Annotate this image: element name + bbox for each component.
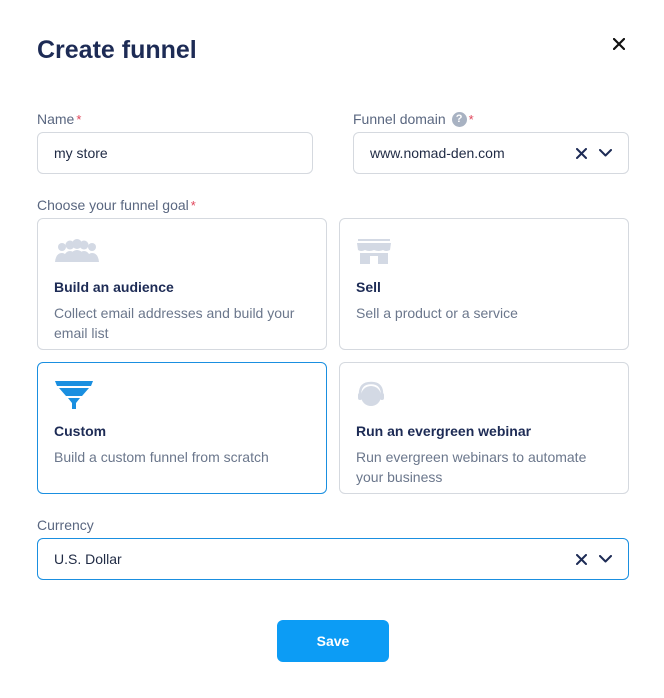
- close-icon: [613, 38, 625, 50]
- save-button[interactable]: Save: [277, 620, 389, 662]
- chevron-down-icon[interactable]: [598, 146, 612, 160]
- goal-option-sell[interactable]: Sell Sell a product or a service: [339, 218, 629, 350]
- store-icon: [356, 236, 402, 266]
- goal-label: Choose your funnel goal *: [37, 197, 196, 213]
- name-value[interactable]: my store: [54, 145, 296, 161]
- name-label: Name *: [37, 111, 82, 127]
- help-icon[interactable]: ?: [451, 111, 467, 127]
- domain-value: www.nomad-den.com: [370, 145, 505, 161]
- domain-select[interactable]: www.nomad-den.com: [353, 132, 629, 174]
- currency-label: Currency: [37, 517, 94, 533]
- name-field[interactable]: my store: [37, 132, 313, 174]
- chevron-down-icon[interactable]: [598, 552, 612, 566]
- goal-option-audience[interactable]: Build an audience Collect email addresse…: [37, 218, 327, 350]
- webinar-icon: [356, 380, 402, 410]
- dialog-title: Create funnel: [37, 36, 197, 64]
- close-button[interactable]: [609, 34, 629, 54]
- audience-icon: [54, 236, 100, 266]
- clear-currency-icon[interactable]: [574, 552, 588, 566]
- clear-domain-icon[interactable]: [574, 146, 588, 160]
- funnel-icon: [54, 380, 100, 410]
- domain-label: Funnel domain ? *: [353, 111, 474, 127]
- goal-option-custom[interactable]: Custom Build a custom funnel from scratc…: [37, 362, 327, 494]
- currency-value: U.S. Dollar: [54, 551, 122, 567]
- goal-option-webinar[interactable]: Run an evergreen webinar Run evergreen w…: [339, 362, 629, 494]
- currency-select[interactable]: U.S. Dollar: [37, 538, 629, 580]
